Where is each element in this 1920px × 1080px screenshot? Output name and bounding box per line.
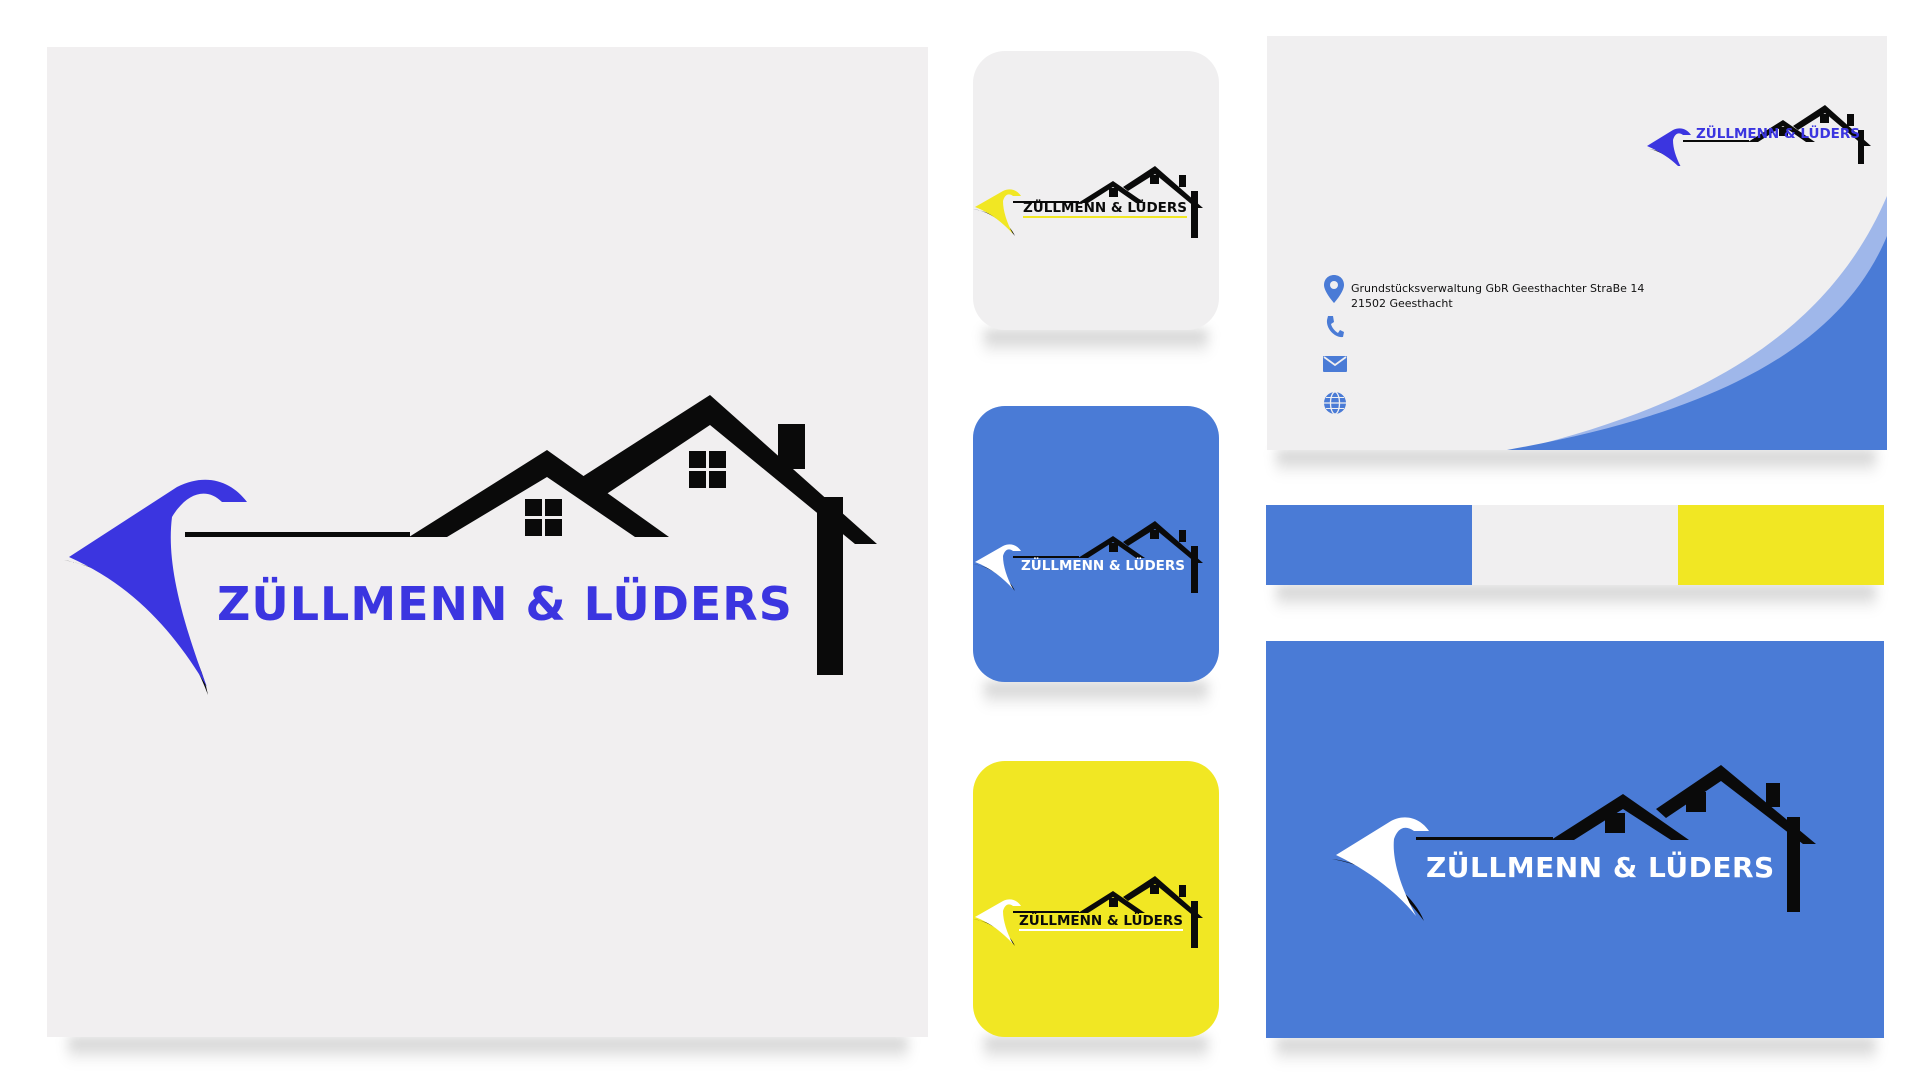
business-card: ZÜLLMENN & LÜDERS Grundstücksverwaltung … xyxy=(1267,36,1887,450)
app-icon-tile-yellow: ZÜLLMENN & LÜDERS xyxy=(973,761,1219,1037)
house-logo-small xyxy=(973,521,1203,593)
globe-icon xyxy=(1324,391,1346,415)
card-logo-mark xyxy=(1645,105,1871,166)
tile-logo-text: ZÜLLMENN & LÜDERS xyxy=(1019,913,1184,931)
mail-icon xyxy=(1323,356,1347,372)
card-logo-text: ZÜLLMENN & LÜDERS xyxy=(1696,126,1861,142)
main-logo-card: ZÜLLMENN & LÜDERS xyxy=(47,47,928,1037)
app-icon-tile-blue: ZÜLLMENN & LÜDERS xyxy=(973,406,1219,682)
swatch-blue xyxy=(1266,505,1472,585)
house-logo xyxy=(64,395,877,695)
house-logo-small xyxy=(973,166,1203,238)
window-icon xyxy=(525,499,562,536)
main-logo-text: ZÜLLMENN & LÜDERS xyxy=(217,577,793,631)
app-icon-tile-light: ZÜLLMENN & LÜDERS xyxy=(973,51,1219,330)
location-pin-icon xyxy=(1324,275,1344,303)
address-line-1: Grundstücksverwaltung GbR Geesthachter S… xyxy=(1351,282,1645,295)
color-palette-strip xyxy=(1266,505,1884,585)
house-logo-white xyxy=(1332,765,1816,921)
tile-logo-text: ZÜLLMENN & LÜDERS xyxy=(1021,558,1186,574)
house-logo-small xyxy=(973,876,1203,948)
swatch-light-gray xyxy=(1472,505,1678,585)
banner-logo-text: ZÜLLMENN & LÜDERS xyxy=(1426,851,1775,884)
logo-banner-blue: ZÜLLMENN & LÜDERS xyxy=(1266,641,1884,1038)
tile-logo-text: ZÜLLMENN & LÜDERS xyxy=(1023,200,1188,218)
window-icon xyxy=(689,451,726,488)
phone-icon xyxy=(1326,316,1344,338)
address-line-2: 21502 Geesthacht xyxy=(1351,297,1453,310)
swatch-yellow xyxy=(1678,505,1884,585)
